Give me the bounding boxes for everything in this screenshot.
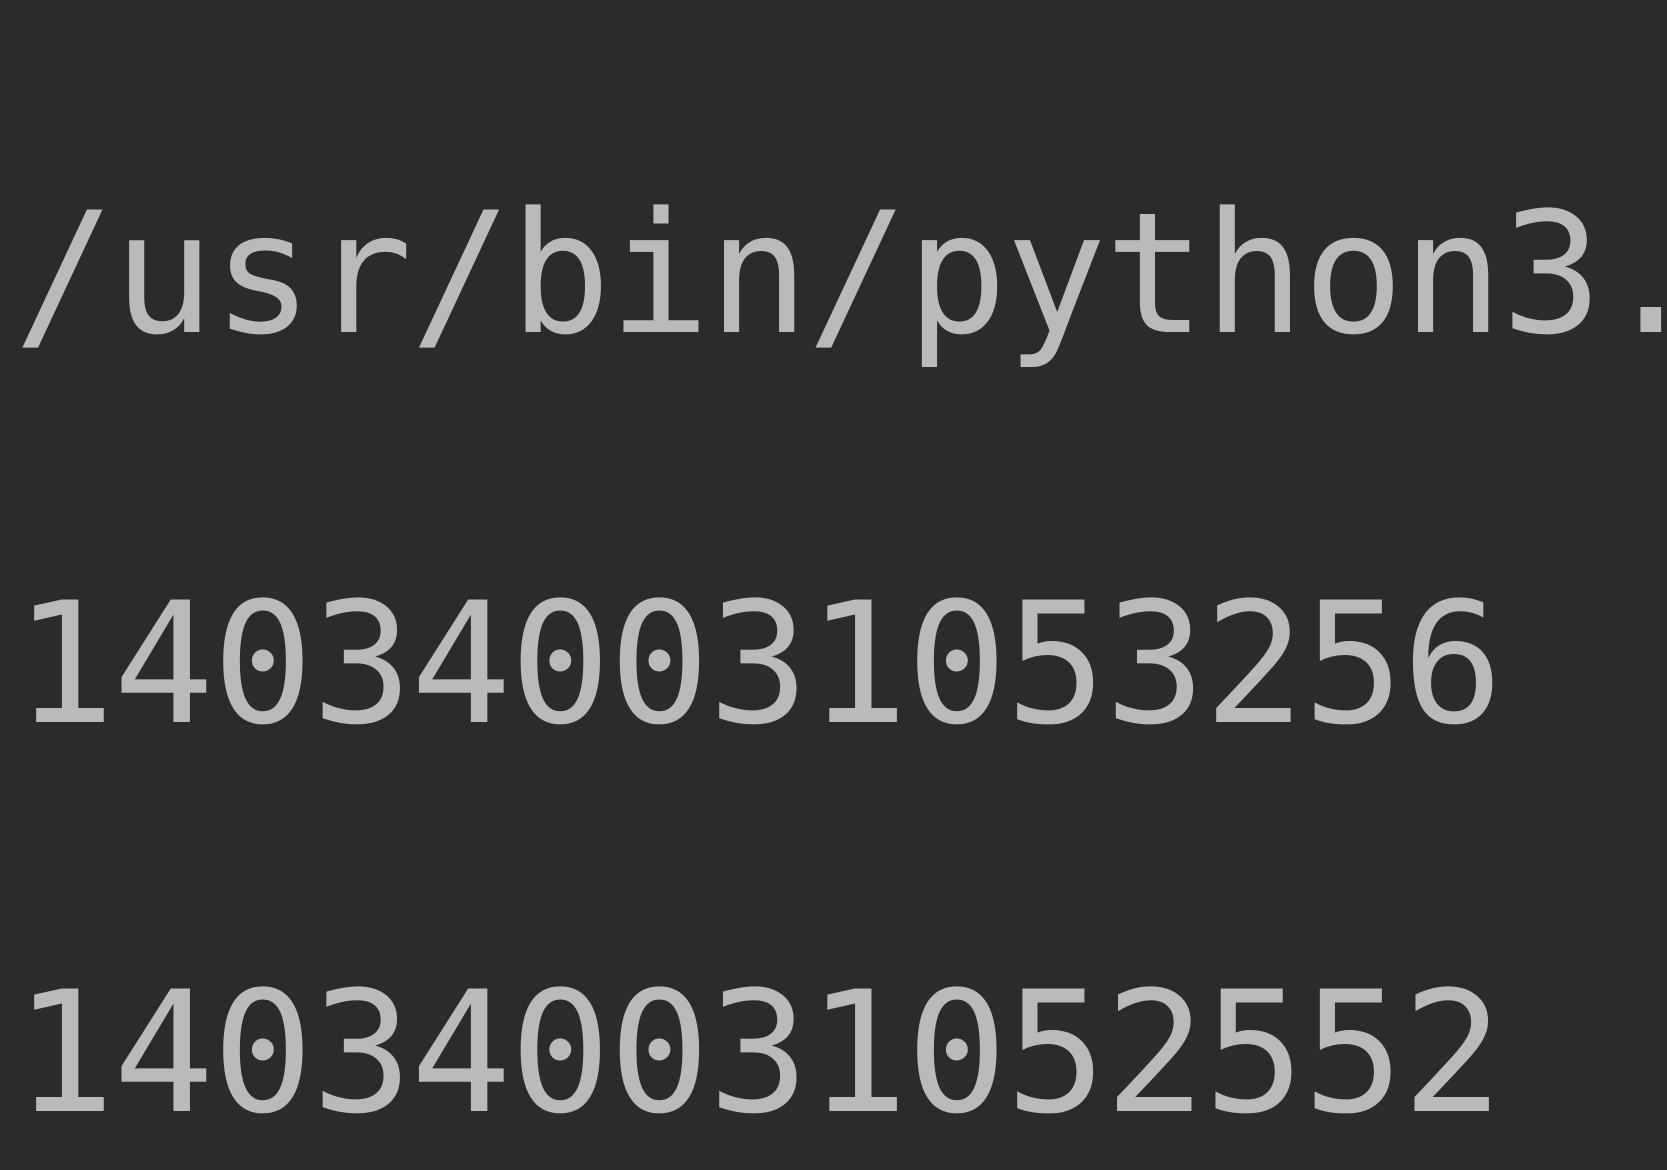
output-line-1: /usr/bin/python3.5 <box>14 177 1667 372</box>
output-line-2: 140340031053256 <box>14 567 1667 762</box>
output-line-3: 140340031052552 <box>14 956 1667 1151</box>
terminal-output: /usr/bin/python3.5 140340031053256 14034… <box>0 0 1667 1170</box>
